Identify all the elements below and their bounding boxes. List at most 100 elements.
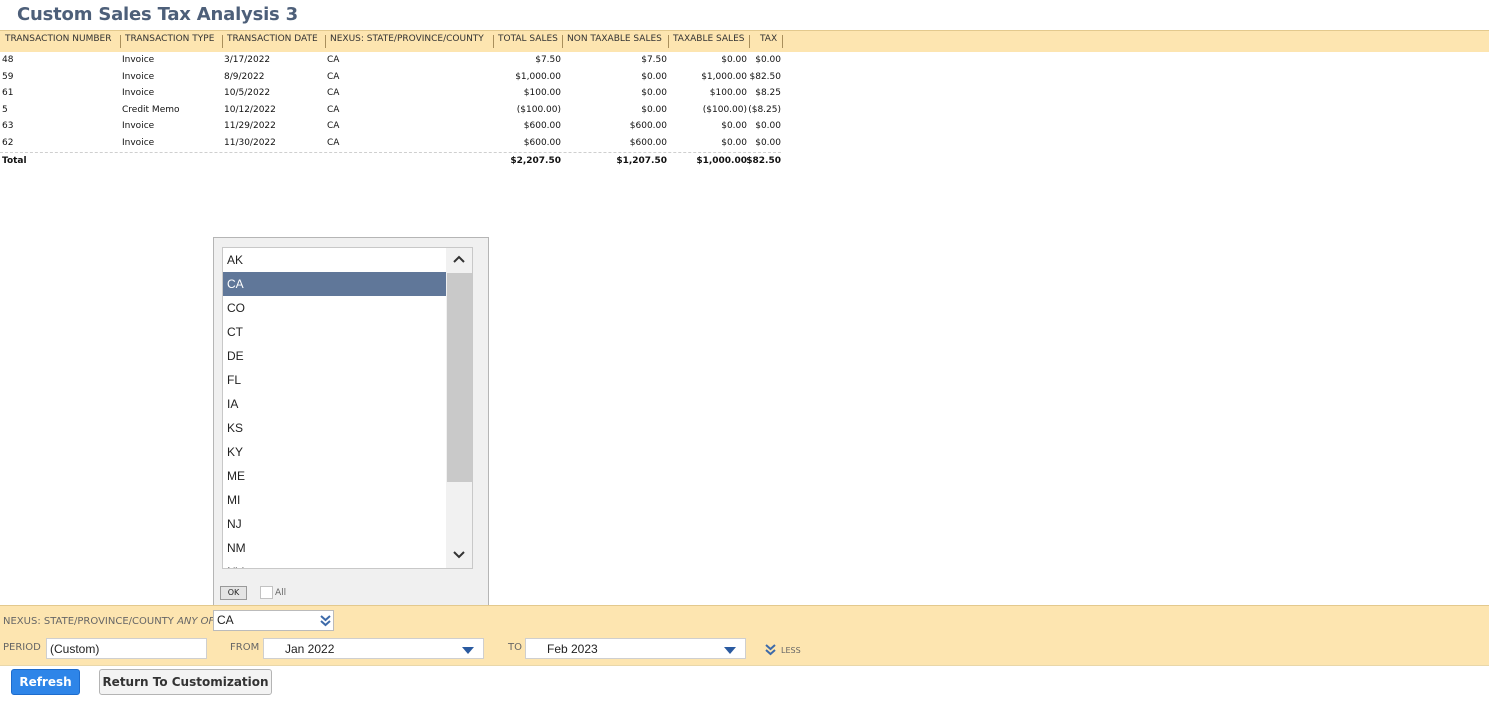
from-period-value: Jan 2022 — [285, 642, 335, 656]
col-header-total-sales[interactable]: TOTAL SALES — [498, 34, 558, 44]
scroll-up-icon[interactable] — [446, 249, 472, 271]
total-total-sales: $2,207.50 — [510, 156, 561, 166]
col-header-transaction-date[interactable]: TRANSACTION DATE — [227, 34, 318, 44]
column-divider — [562, 35, 563, 48]
dropdown-arrow-icon[interactable] — [724, 647, 736, 654]
period-field[interactable]: (Custom) — [46, 638, 207, 659]
option-ia[interactable]: IA — [223, 392, 446, 416]
cell-transaction-number[interactable]: 5 — [2, 105, 8, 115]
page-title: Custom Sales Tax Analysis 3 — [17, 4, 298, 25]
column-divider — [668, 35, 669, 48]
option-ky[interactable]: KY — [223, 440, 446, 464]
from-period-select[interactable]: Jan 2022 — [263, 638, 484, 659]
total-divider — [0, 152, 781, 153]
less-toggle-label[interactable]: LESS — [781, 646, 801, 655]
cell-nexus: CA — [327, 138, 340, 148]
refresh-button[interactable]: Refresh — [11, 669, 80, 695]
period-label: PERIOD — [3, 642, 41, 653]
cell-total-sales: $600.00 — [523, 121, 561, 131]
cell-transaction-type: Invoice — [122, 138, 155, 148]
option-mi[interactable]: MI — [223, 488, 446, 512]
column-divider — [120, 35, 121, 48]
scroll-down-icon[interactable] — [446, 545, 472, 567]
col-header-transaction-number[interactable]: TRANSACTION NUMBER — [5, 34, 111, 44]
option-nv[interactable]: NV — [223, 560, 446, 568]
to-label: TO — [508, 642, 522, 653]
cell-non-taxable: $0.00 — [641, 105, 667, 115]
option-ca[interactable]: CA — [223, 272, 446, 296]
cell-tax: $0.00 — [755, 121, 781, 131]
list-scrollbar[interactable] — [446, 248, 472, 568]
nexus-multiselect-popup: AK CA CO CT DE FL IA KS KY ME MI NJ NM N… — [213, 237, 489, 606]
ok-button[interactable]: OK — [220, 586, 247, 600]
col-header-non-taxable-sales[interactable]: NON TAXABLE SALES — [567, 34, 662, 44]
less-toggle-icon[interactable] — [765, 644, 776, 657]
cell-nexus: CA — [327, 105, 340, 115]
cell-non-taxable: $600.00 — [629, 138, 667, 148]
cell-transaction-type: Invoice — [122, 121, 155, 131]
nexus-filter-select[interactable]: CA — [213, 610, 334, 631]
cell-tax: $0.00 — [755, 138, 781, 148]
select-all-label: All — [275, 588, 287, 598]
col-header-tax[interactable]: TAX — [760, 34, 777, 44]
cell-total-sales: $600.00 — [523, 138, 561, 148]
col-header-taxable-sales[interactable]: TAXABLE SALES — [673, 34, 744, 44]
cell-transaction-type: Invoice — [122, 88, 155, 98]
nexus-filter-value: CA — [217, 613, 234, 627]
cell-taxable: $0.00 — [721, 55, 747, 65]
filter-bar: NEXUS: STATE/PROVINCE/COUNTY ANY OF CA P… — [0, 605, 1489, 666]
column-divider — [493, 35, 494, 48]
cell-taxable: $100.00 — [709, 88, 747, 98]
option-me[interactable]: ME — [223, 464, 446, 488]
option-ks[interactable]: KS — [223, 416, 446, 440]
cell-transaction-date: 8/9/2022 — [224, 72, 265, 82]
cell-transaction-number[interactable]: 61 — [2, 88, 13, 98]
return-to-customization-button[interactable]: Return To Customization — [99, 669, 272, 695]
cell-transaction-number[interactable]: 48 — [2, 55, 13, 65]
cell-taxable: $0.00 — [721, 121, 747, 131]
double-chevron-down-icon[interactable] — [320, 615, 331, 628]
cell-transaction-type: Invoice — [122, 72, 155, 82]
dropdown-arrow-icon[interactable] — [462, 647, 474, 654]
col-header-nexus[interactable]: NEXUS: STATE/PROVINCE/COUNTY — [330, 34, 484, 44]
col-header-transaction-type[interactable]: TRANSACTION TYPE — [125, 34, 214, 44]
total-tax: $82.50 — [746, 156, 781, 166]
option-de[interactable]: DE — [223, 344, 446, 368]
option-ak[interactable]: AK — [223, 248, 446, 272]
cell-transaction-date: 3/17/2022 — [224, 55, 271, 65]
column-divider — [749, 35, 750, 48]
cell-transaction-type: Credit Memo — [122, 105, 180, 115]
column-divider — [222, 35, 223, 48]
cell-transaction-date: 10/5/2022 — [224, 88, 271, 98]
cell-total-sales: ($100.00) — [516, 105, 561, 115]
cell-transaction-type: Invoice — [122, 55, 155, 65]
cell-nexus: CA — [327, 72, 340, 82]
cell-non-taxable: $0.00 — [641, 72, 667, 82]
option-nm[interactable]: NM — [223, 536, 446, 560]
cell-transaction-date: 10/12/2022 — [224, 105, 276, 115]
column-divider — [782, 35, 783, 48]
cell-tax: $82.50 — [749, 72, 782, 82]
option-co[interactable]: CO — [223, 296, 446, 320]
select-all-checkbox[interactable] — [260, 586, 273, 599]
option-fl[interactable]: FL — [223, 368, 446, 392]
column-divider — [325, 35, 326, 48]
cell-transaction-number[interactable]: 59 — [2, 72, 13, 82]
cell-tax: ($8.25) — [748, 105, 781, 115]
from-label: FROM — [230, 642, 260, 653]
scrollbar-thumb[interactable] — [447, 273, 472, 482]
total-label: Total — [2, 156, 27, 166]
cell-taxable: $1,000.00 — [701, 72, 747, 82]
option-nj[interactable]: NJ — [223, 512, 446, 536]
cell-nexus: CA — [327, 121, 340, 131]
cell-transaction-number[interactable]: 63 — [2, 121, 13, 131]
cell-nexus: CA — [327, 55, 340, 65]
cell-non-taxable: $7.50 — [641, 55, 667, 65]
option-ct[interactable]: CT — [223, 320, 446, 344]
cell-transaction-date: 11/29/2022 — [224, 121, 276, 131]
cell-tax: $8.25 — [755, 88, 781, 98]
cell-transaction-number[interactable]: 62 — [2, 138, 13, 148]
nexus-options-list[interactable]: AK CA CO CT DE FL IA KS KY ME MI NJ NM N… — [222, 247, 473, 569]
cell-total-sales: $100.00 — [523, 88, 561, 98]
to-period-select[interactable]: Feb 2023 — [525, 638, 746, 659]
